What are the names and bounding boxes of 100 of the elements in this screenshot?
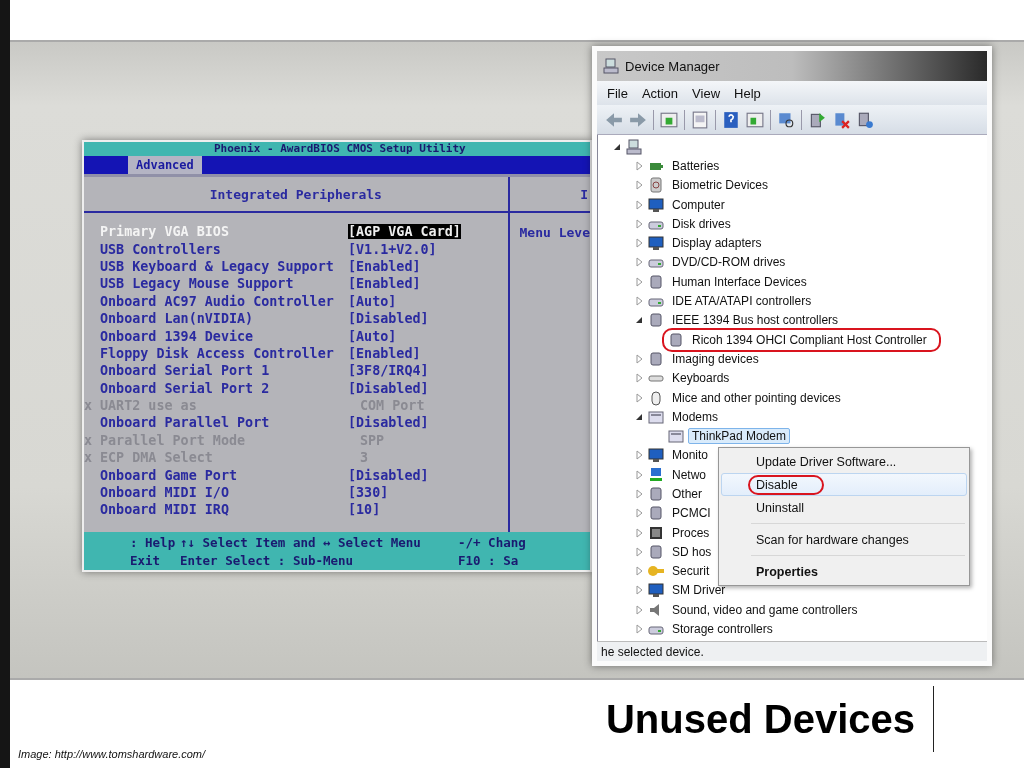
setting-label[interactable]: Onboard MIDI I/O [100, 485, 348, 501]
tree-item[interactable]: IDE ATA/ATAPI controllers [668, 293, 816, 309]
tree-item[interactable]: Proces [668, 524, 714, 541]
window-icon[interactable] [660, 110, 678, 129]
setting-label[interactable]: Onboard Game Port [100, 467, 348, 483]
tree-item[interactable]: Batteries [668, 157, 724, 174]
tree-item[interactable]: ThinkPad Modem [688, 428, 791, 445]
expand-arrow-icon[interactable] [634, 257, 644, 268]
key-hint: Enter Select : Sub-Menu [180, 552, 355, 570]
tree-item[interactable]: Securit [668, 563, 714, 580]
menu-item[interactable]: Properties [721, 560, 967, 583]
chip-icon [648, 524, 664, 541]
tree-item[interactable]: Storage controllers [668, 621, 777, 638]
collapse-arrow-icon[interactable] [634, 315, 644, 326]
setting-value[interactable]: [3F8/IRQ4] [348, 363, 508, 379]
help-text: Menu Leve [518, 224, 590, 240]
tree-item[interactable]: Disk drives [668, 215, 735, 232]
menu-item[interactable]: Update Driver Software... [721, 450, 967, 473]
expand-arrow-icon[interactable] [634, 392, 644, 403]
key-hint: ↑↓ Select Item and ↔ Select Menu [180, 534, 422, 552]
expand-arrow-icon[interactable] [634, 469, 644, 480]
tree-item[interactable]: Display adapters [668, 235, 766, 252]
expand-arrow-icon[interactable] [634, 373, 644, 384]
tree-item[interactable]: SM Driver [668, 582, 730, 599]
window-title: Device Manager [625, 58, 720, 74]
expand-arrow-icon[interactable] [634, 624, 644, 635]
tree-item[interactable]: Ricoh 1394 OHCI Compliant Host Controller [688, 331, 931, 348]
document-icon[interactable] [691, 110, 709, 129]
setting-label[interactable]: Onboard Serial Port 1 [100, 363, 348, 379]
tree-item[interactable]: Human Interface Devices [668, 273, 811, 290]
tree-item[interactable]: Sound, video and game controllers [668, 601, 862, 618]
expand-arrow-icon[interactable] [634, 353, 644, 364]
menu-item[interactable]: Help [734, 85, 761, 101]
key-hint: : Help [130, 534, 177, 552]
setting-label[interactable]: Floppy Disk Access Controller [100, 345, 348, 361]
menu-item[interactable]: Scan for hardware changes [721, 528, 967, 551]
tree-item[interactable]: Computer [668, 196, 729, 213]
setting-label[interactable]: USB Legacy Mouse Support [100, 276, 348, 292]
expand-arrow-icon[interactable] [634, 199, 644, 210]
expand-arrow-icon[interactable] [634, 218, 644, 229]
setting-value[interactable]: [Disabled] [348, 467, 508, 483]
expand-arrow-icon[interactable] [634, 160, 644, 171]
modem-icon [648, 408, 664, 425]
tree-item[interactable]: Mice and other pointing devices [668, 389, 845, 406]
setting-value[interactable]: [Auto] [348, 328, 508, 344]
help-icon[interactable] [722, 110, 740, 129]
computer-icon [603, 58, 619, 74]
setting-value[interactable]: [Disabled] [348, 415, 508, 431]
tree-item[interactable]: Modems [668, 408, 722, 425]
expand-arrow-icon[interactable] [634, 585, 644, 596]
bios-tab[interactable]: Advanced [128, 156, 202, 174]
expand-arrow-icon[interactable] [634, 604, 644, 615]
setting-label[interactable]: USB Keyboard & Legacy Support [100, 258, 348, 274]
setting-label[interactable]: Onboard Parallel Port [100, 415, 348, 431]
setting-value[interactable]: [Auto] [348, 293, 508, 309]
monitor-icon [648, 447, 664, 464]
tree-item[interactable]: Netwo [668, 466, 710, 483]
setting-label[interactable]: Onboard MIDI IRQ [100, 502, 348, 518]
key-hint: -/+ Chang [458, 534, 527, 552]
menu-item[interactable]: File [607, 85, 628, 101]
expand-arrow-icon[interactable] [634, 238, 644, 249]
menu-item[interactable]: Disable [721, 473, 967, 496]
setting-label[interactable]: USB Controllers [100, 241, 348, 257]
setting-label[interactable]: Onboard Serial Port 2 [100, 380, 348, 396]
setting-value[interactable]: [V1.1+V2.0] [348, 241, 508, 257]
tree-item[interactable]: Other [668, 486, 706, 502]
expand-arrow-icon[interactable] [634, 180, 644, 191]
tree-item[interactable]: Keyboards [668, 370, 734, 387]
setting-value[interactable]: [330] [348, 485, 508, 501]
menu-item[interactable]: View [692, 85, 721, 101]
menu-item[interactable]: Action [641, 85, 679, 101]
setting-label[interactable]: Onboard AC97 Audio Controller [100, 293, 348, 309]
expand-arrow-icon[interactable] [634, 489, 644, 499]
tree-item[interactable]: Imaging devices [668, 350, 763, 367]
tree-item[interactable]: DVD/CD-ROM drives [668, 254, 790, 271]
menu-item[interactable]: Uninstall [721, 496, 967, 519]
setting-label[interactable]: Onboard 1394 Device [100, 328, 348, 344]
expand-arrow-icon[interactable] [634, 450, 644, 461]
tree-item[interactable]: IEEE 1394 Bus host controllers [668, 312, 843, 329]
setting-value[interactable]: [10] [348, 502, 508, 518]
tree-item[interactable]: PCMCI [668, 505, 715, 522]
expand-arrow-icon[interactable] [634, 508, 644, 519]
expand-arrow-icon[interactable] [634, 276, 644, 287]
expand-arrow-icon[interactable] [634, 296, 644, 306]
setting-value[interactable]: [Enabled] [348, 258, 508, 274]
tree-item[interactable]: Monito [668, 447, 713, 464]
tree-item[interactable]: SD hos [668, 543, 716, 560]
update-driver-icon[interactable] [808, 110, 826, 129]
setting-value[interactable]: [Enabled] [348, 345, 508, 361]
tree-item[interactable]: Biometric Devices [668, 177, 773, 194]
setting-value[interactable]: [Enabled] [348, 276, 508, 292]
expand-arrow-icon[interactable] [634, 546, 644, 557]
window-icon[interactable] [746, 110, 764, 129]
disable-device-icon[interactable] [832, 110, 850, 129]
setting-value[interactable]: [Disabled] [348, 380, 508, 396]
setting-value[interactable]: [Disabled] [348, 311, 508, 327]
scan-icon[interactable] [777, 110, 795, 129]
expand-arrow-icon[interactable] [634, 566, 644, 577]
expand-arrow-icon[interactable] [634, 527, 644, 538]
setting-label[interactable]: Onboard Lan(nVIDIA) [100, 311, 348, 327]
